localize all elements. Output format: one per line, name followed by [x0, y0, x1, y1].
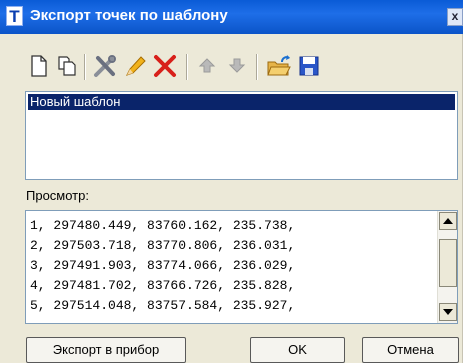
- toolbar-separator: [256, 54, 258, 80]
- window-title: Экспорт точек по шаблону: [30, 7, 228, 24]
- scroll-down-button[interactable]: [439, 303, 457, 321]
- open-folder-icon[interactable]: [266, 51, 292, 81]
- preview-textbox[interactable]: 1, 297480.449, 83760.162, 235.738, 2, 29…: [25, 210, 458, 324]
- export-points-dialog: T Экспорт точек по шаблону x Новый шабло…: [0, 0, 463, 363]
- toolbar: [26, 51, 426, 85]
- export-to-device-button[interactable]: Экспорт в прибор: [26, 337, 186, 363]
- arrow-down-icon[interactable]: [224, 51, 250, 81]
- title-bar[interactable]: T Экспорт точек по шаблону: [0, 0, 463, 34]
- delete-icon[interactable]: [152, 51, 178, 81]
- triangle-up-icon: [443, 218, 453, 224]
- triangle-down-icon: [443, 309, 453, 315]
- template-list[interactable]: Новый шаблон: [25, 91, 458, 180]
- copy-icon[interactable]: [54, 51, 80, 81]
- arrow-up-icon[interactable]: [194, 51, 220, 81]
- preview-line: 2, 297503.718, 83770.806, 236.031,: [30, 238, 296, 253]
- close-button[interactable]: x: [447, 8, 463, 26]
- scroll-up-button[interactable]: [439, 212, 457, 230]
- ok-button[interactable]: OK: [250, 337, 345, 363]
- cancel-button[interactable]: Отмена: [362, 337, 459, 363]
- preview-label: Просмотр:: [26, 188, 89, 203]
- pencil-icon[interactable]: [122, 51, 148, 81]
- new-document-icon[interactable]: [26, 51, 52, 81]
- preview-line: 5, 297514.048, 83757.584, 235.927,: [30, 298, 296, 313]
- tools-icon[interactable]: [92, 51, 118, 81]
- save-icon[interactable]: [296, 51, 322, 81]
- vertical-scrollbar[interactable]: [437, 211, 457, 323]
- app-icon: T: [6, 6, 23, 26]
- toolbar-separator: [186, 54, 188, 80]
- toolbar-separator: [84, 54, 86, 80]
- scrollbar-thumb[interactable]: [439, 239, 457, 287]
- template-list-item-selected[interactable]: Новый шаблон: [28, 94, 455, 110]
- preview-line: 4, 297481.702, 83766.726, 235.828,: [30, 278, 296, 293]
- preview-line: 3, 297491.903, 83774.066, 236.029,: [30, 258, 296, 273]
- preview-line: 1, 297480.449, 83760.162, 235.738,: [30, 218, 296, 233]
